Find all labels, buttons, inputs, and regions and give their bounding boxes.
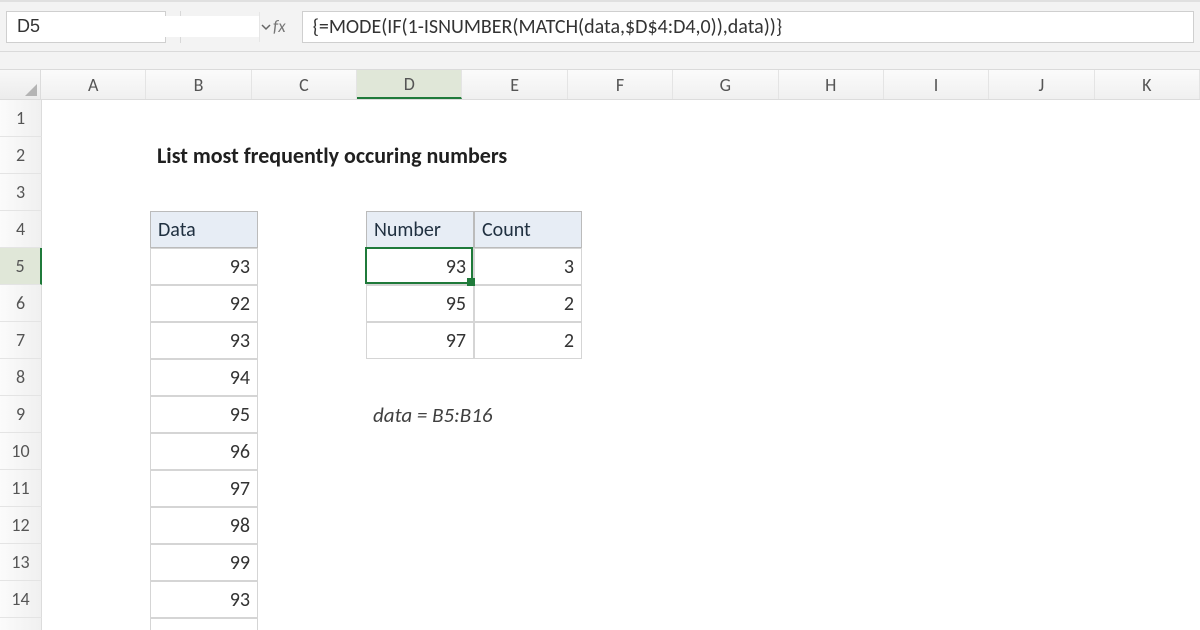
data-row-5[interactable]: 96 — [150, 433, 258, 470]
row-header-10[interactable]: 10 — [0, 433, 42, 470]
result-count-1[interactable]: 2 — [474, 285, 582, 322]
data-row-0-text: 93 — [230, 255, 250, 279]
row-header-11[interactable]: 11 — [0, 470, 42, 507]
column-header-G[interactable]: G — [673, 70, 778, 99]
data-row-9-text: 93 — [230, 588, 250, 612]
data-row-8[interactable]: 99 — [150, 544, 258, 581]
result-count-2[interactable]: 2 — [474, 322, 582, 359]
range-note: data = B5:B16 — [366, 396, 626, 433]
row-header-4[interactable]: 4 — [0, 211, 42, 248]
result-header-1-text: Count — [482, 218, 531, 242]
result-header-0[interactable]: Number — [366, 211, 474, 248]
result-count-0[interactable]: 3 — [474, 248, 582, 285]
excel-window: fx {=MODE(IF(1-ISNUMBER(MATCH(data,$D$4:… — [0, 0, 1200, 630]
data-row-8-text: 99 — [230, 551, 250, 575]
grid[interactable]: ABCDEFGHIJK 123456789101112131415 List m… — [0, 70, 1200, 630]
formula-bar: fx {=MODE(IF(1-ISNUMBER(MATCH(data,$D$4:… — [0, 0, 1200, 52]
result-header-1[interactable]: Count — [474, 211, 582, 248]
column-header-C[interactable]: C — [252, 70, 357, 99]
row-header-2[interactable]: 2 — [0, 137, 42, 174]
result-count-1-text: 2 — [564, 292, 574, 316]
data-row-3[interactable]: 94 — [150, 359, 258, 396]
name-box-dropdown-icon[interactable] — [259, 12, 272, 42]
data-header-text: Data — [158, 218, 196, 242]
row-header-7[interactable]: 7 — [0, 322, 42, 359]
row-header-1[interactable]: 1 — [0, 100, 42, 137]
column-header-F[interactable]: F — [568, 70, 673, 99]
data-row-7-text: 98 — [230, 514, 250, 538]
data-row-4[interactable]: 95 — [150, 396, 258, 433]
row-header-8[interactable]: 8 — [0, 359, 42, 396]
result-header-0-text: Number — [374, 218, 441, 242]
data-row-10-text: 97 — [230, 625, 250, 630]
column-header-A[interactable]: A — [41, 70, 146, 99]
data-row-6[interactable]: 97 — [150, 470, 258, 507]
column-header-B[interactable]: B — [146, 70, 251, 99]
row-header-9[interactable]: 9 — [0, 396, 42, 433]
row-header-13[interactable]: 13 — [0, 544, 42, 581]
column-header-K[interactable]: K — [1095, 70, 1200, 99]
formula-input[interactable]: {=MODE(IF(1-ISNUMBER(MATCH(data,$D$4:D4,… — [302, 11, 1194, 43]
cells-area[interactable]: List most frequently occuring numbers Dat… — [42, 100, 1200, 630]
data-row-1-text: 92 — [230, 292, 250, 316]
row-header-3[interactable]: 3 — [0, 174, 42, 211]
fx-label[interactable]: fx — [273, 16, 286, 37]
row-header-15[interactable]: 15 — [0, 618, 42, 630]
row-headers: 123456789101112131415 — [0, 100, 42, 630]
result-count-2-text: 2 — [564, 329, 574, 353]
data-row-1[interactable]: 92 — [150, 285, 258, 322]
column-headers: ABCDEFGHIJK — [0, 70, 1200, 100]
data-row-7[interactable]: 98 — [150, 507, 258, 544]
data-row-6-text: 97 — [230, 477, 250, 501]
result-number-1[interactable]: 95 — [366, 285, 474, 322]
select-all-triangle[interactable] — [0, 70, 41, 99]
row-header-12[interactable]: 12 — [0, 507, 42, 544]
row-header-14[interactable]: 14 — [0, 581, 42, 618]
data-row-2[interactable]: 93 — [150, 322, 258, 359]
result-number-0[interactable]: 93 — [366, 248, 474, 285]
row-header-6[interactable]: 6 — [0, 285, 42, 322]
data-header[interactable]: Data — [150, 211, 258, 248]
column-header-D[interactable]: D — [357, 70, 462, 99]
data-row-10[interactable]: 97 — [150, 618, 258, 630]
result-count-0-text: 3 — [564, 255, 574, 279]
result-number-0-text: 93 — [446, 255, 466, 279]
column-header-H[interactable]: H — [779, 70, 884, 99]
result-number-1-text: 95 — [446, 292, 466, 316]
column-header-E[interactable]: E — [462, 70, 567, 99]
page-title: List most frequently occuring numbers — [150, 137, 650, 174]
name-box-input[interactable] — [7, 16, 259, 37]
data-row-2-text: 93 — [230, 329, 250, 353]
row-header-5[interactable]: 5 — [0, 248, 42, 285]
column-header-J[interactable]: J — [989, 70, 1094, 99]
data-row-0[interactable]: 93 — [150, 248, 258, 285]
column-header-I[interactable]: I — [884, 70, 989, 99]
data-row-3-text: 94 — [230, 366, 250, 390]
data-row-4-text: 95 — [230, 403, 250, 427]
result-number-2[interactable]: 97 — [366, 322, 474, 359]
data-row-5-text: 96 — [230, 440, 250, 464]
result-number-2-text: 97 — [446, 329, 466, 353]
data-row-9[interactable]: 93 — [150, 581, 258, 618]
name-box[interactable] — [6, 11, 166, 43]
toolbar-gap — [0, 52, 1200, 70]
